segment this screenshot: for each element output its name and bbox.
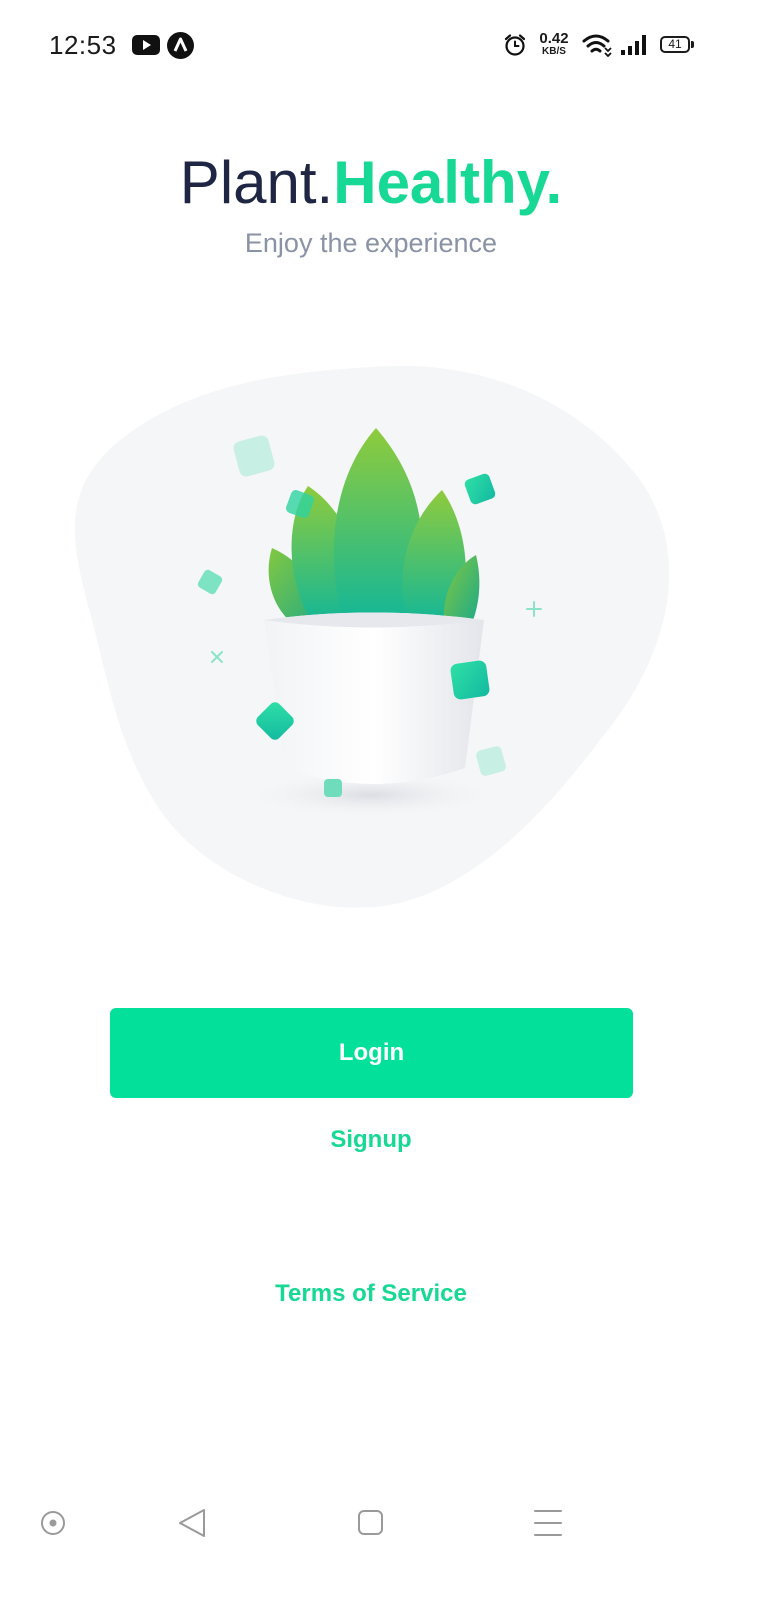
back-icon[interactable] [162, 1490, 222, 1550]
network-speed-value: 0.42 [539, 30, 569, 47]
signup-link[interactable]: Signup [0, 1126, 742, 1154]
app-title-healthy: Healthy. [333, 149, 563, 216]
app-notification-icon [167, 32, 194, 59]
wifi-icon [582, 34, 612, 57]
pot [264, 612, 484, 784]
terms-of-service-link[interactable]: Terms of Service [0, 1280, 742, 1308]
youtube-icon [132, 35, 160, 55]
alarm-icon [504, 34, 526, 56]
menu-icon[interactable] [518, 1490, 578, 1550]
login-button[interactable]: Login [110, 1008, 633, 1098]
home-icon[interactable] [340, 1490, 400, 1550]
app-subtitle: Enjoy the experience [244, 228, 498, 258]
potted-plant-illustration [74, 365, 670, 908]
network-speed: 0.42 KB/S [536, 31, 572, 57]
status-bar: 12:53 0.42 KB/S 41 [0, 0, 757, 92]
app-title-plant: Plant. [179, 149, 334, 216]
battery-tip [691, 41, 694, 48]
gem-bottom-small [324, 779, 342, 797]
status-time: 12:53 [49, 30, 117, 60]
accessibility-dot-icon[interactable] [23, 1490, 83, 1550]
signal-icon [621, 35, 646, 55]
gem-right-large [450, 660, 490, 700]
battery-icon: 41 [660, 36, 690, 53]
app-title: Plant.Healthy. [0, 148, 742, 218]
network-speed-unit: KB/S [542, 46, 566, 57]
navigation-bar [0, 1490, 757, 1560]
battery-level: 41 [668, 37, 682, 51]
